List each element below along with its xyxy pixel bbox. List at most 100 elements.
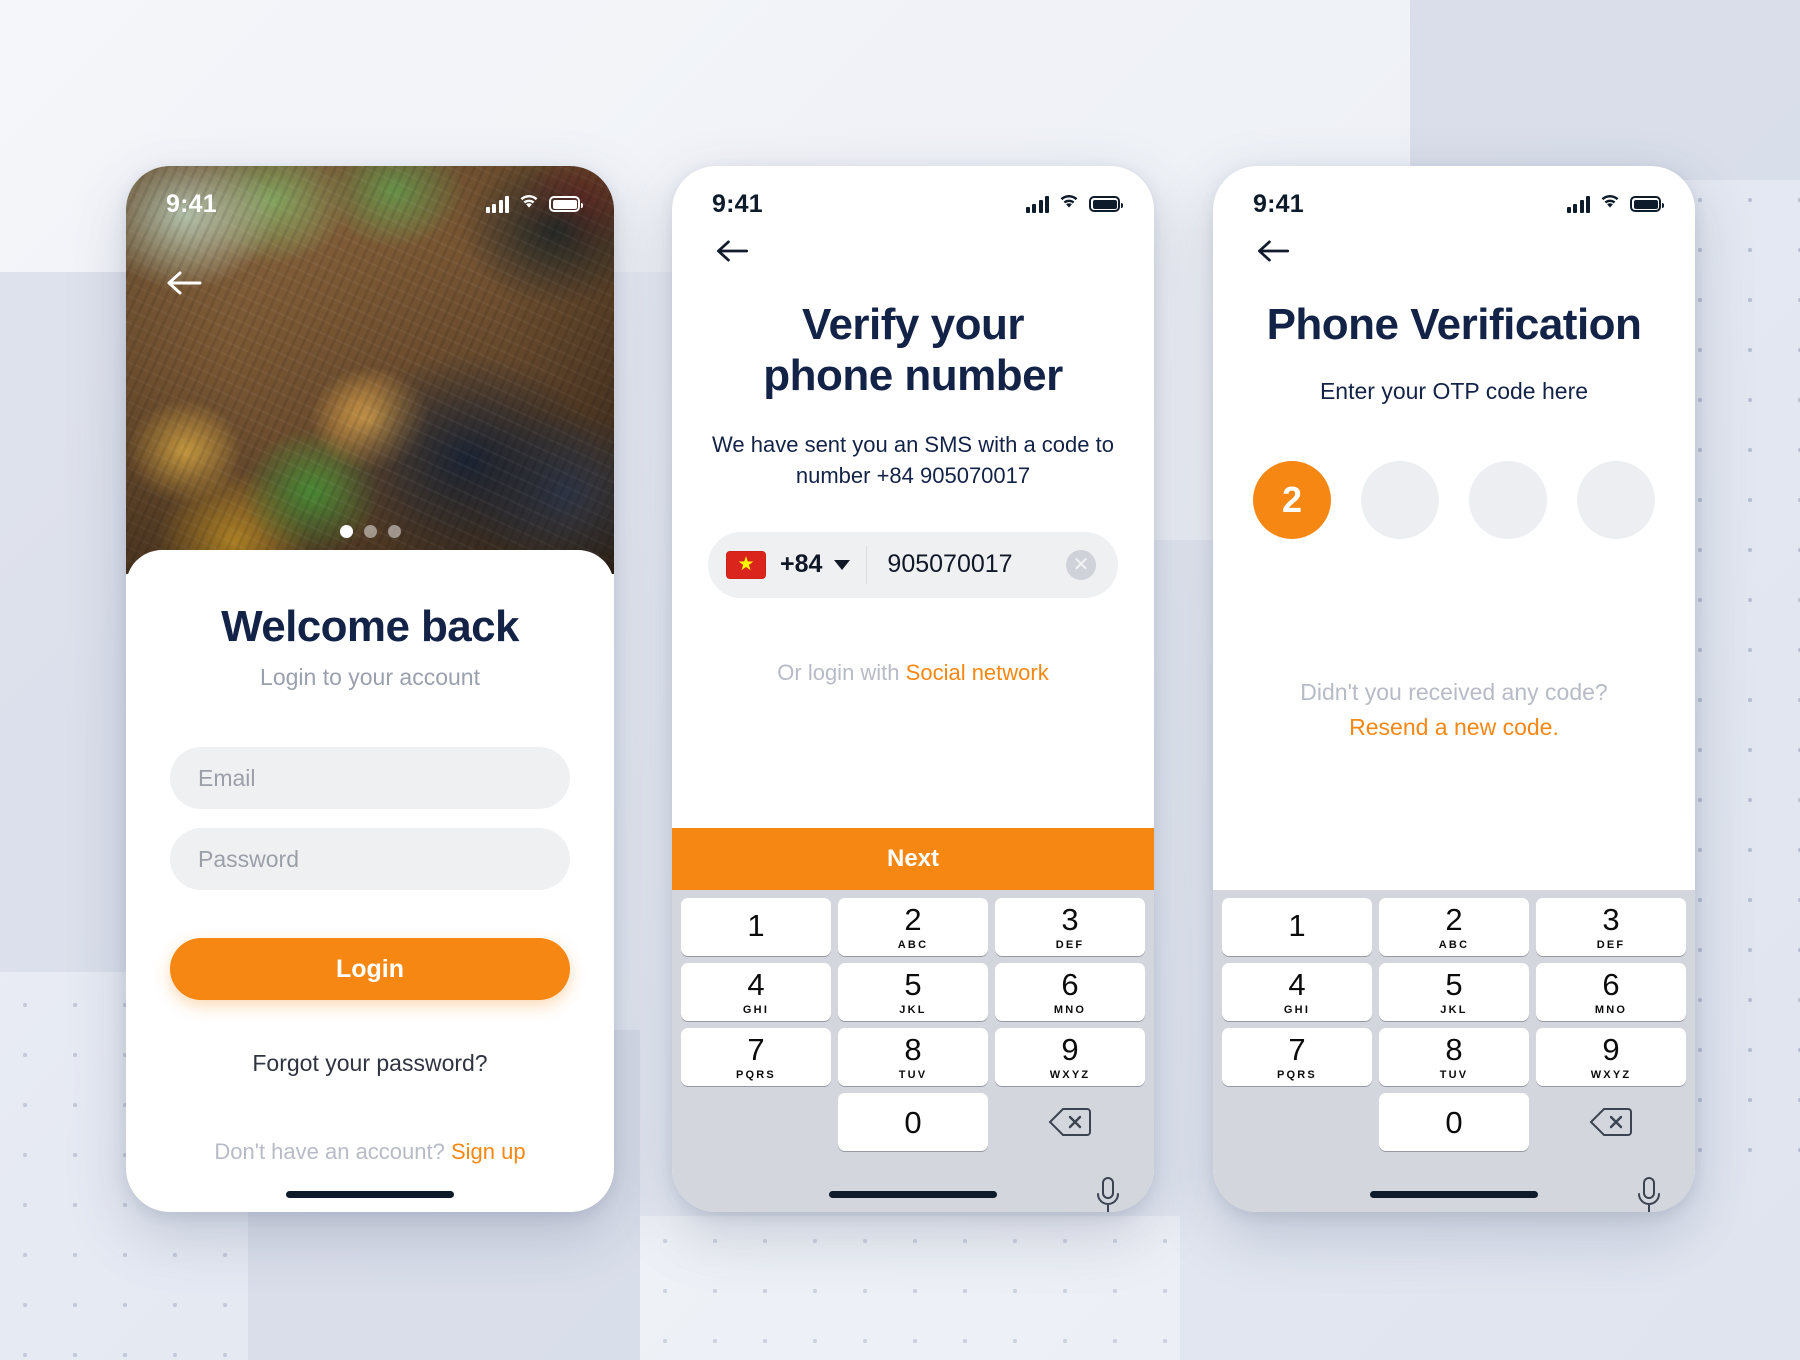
key-3[interactable]: 3 DEF (1536, 898, 1686, 956)
phone-screen-verify: 9:41 Verify your phone number We have se… (672, 166, 1154, 1212)
keyboard-row: 1 2 ABC 3 DEF (1219, 898, 1689, 956)
otp-digit-1[interactable]: 2 (1253, 461, 1331, 539)
status-icons (1566, 193, 1664, 215)
resend-code-link[interactable]: Resend a new code. (1249, 714, 1659, 741)
key-5[interactable]: 5 JKL (838, 963, 988, 1021)
microphone-icon[interactable] (1635, 1176, 1663, 1212)
key-1[interactable]: 1 (681, 898, 831, 956)
key-digit: 1 (747, 907, 765, 943)
key-digit: 9 (1602, 1031, 1620, 1067)
signup-prefix: Don't have an account? (214, 1139, 451, 1164)
key-9[interactable]: 9 WXYZ (995, 1028, 1145, 1086)
signup-link[interactable]: Sign up (451, 1139, 526, 1164)
phone-number-input[interactable]: 905070017 (887, 550, 1066, 579)
key-5[interactable]: 5 JKL (1379, 963, 1529, 1021)
key-letters: GHI (1283, 1003, 1311, 1016)
key-digit: 0 (904, 1104, 922, 1140)
key-4[interactable]: 4 GHI (1222, 963, 1372, 1021)
cellular-signal-icon (485, 195, 509, 213)
microphone-icon[interactable] (1094, 1176, 1122, 1212)
back-arrow-icon[interactable] (1249, 228, 1295, 262)
key-0[interactable]: 0 (1379, 1093, 1529, 1151)
home-indicator (1370, 1191, 1538, 1198)
cellular-signal-icon (1025, 195, 1049, 213)
key-digit: 4 (747, 966, 765, 1002)
key-letters: JKL (899, 1003, 927, 1016)
key-7[interactable]: 7 PQRS (681, 1028, 831, 1086)
battery-icon (1630, 196, 1664, 212)
forgot-password-link[interactable]: Forgot your password? (170, 1050, 570, 1077)
key-8[interactable]: 8 TUV (1379, 1028, 1529, 1086)
resend-block: Didn't you received any code? Resend a n… (1249, 679, 1659, 741)
login-button[interactable]: Login (170, 938, 570, 1000)
backspace-icon[interactable] (995, 1093, 1145, 1151)
battery-icon (549, 196, 583, 212)
back-arrow-icon[interactable] (708, 228, 754, 262)
status-bar: 9:41 (126, 166, 614, 228)
dial-code-label: +84 (780, 550, 823, 579)
key-3[interactable]: 3 DEF (995, 898, 1145, 956)
otp-body: Phone Verification Enter your OTP code h… (1213, 228, 1695, 741)
key-letters: ABC (897, 938, 929, 951)
key-1[interactable]: 1 (1222, 898, 1372, 956)
signup-row: Don't have an account? Sign up (170, 1139, 570, 1165)
key-6[interactable]: 6 MNO (995, 963, 1145, 1021)
social-network-link[interactable]: Social network (906, 660, 1049, 685)
key-7[interactable]: 7 PQRS (1222, 1028, 1372, 1086)
page-description: We have sent you an SMS with a code to n… (708, 429, 1118, 491)
key-6[interactable]: 6 MNO (1536, 963, 1686, 1021)
pager-dot[interactable] (387, 525, 401, 538)
key-letters: TUV (1439, 1068, 1469, 1081)
status-icons (485, 193, 583, 215)
key-2[interactable]: 2 ABC (838, 898, 988, 956)
page-subtitle: Login to your account (260, 664, 480, 690)
hero-food-photo: 9:41 (126, 166, 614, 574)
next-button[interactable]: Next (672, 828, 1154, 890)
key-digit: 2 (904, 901, 922, 937)
password-field[interactable]: Password (170, 828, 570, 890)
page-title: Phone Verification (1266, 300, 1642, 349)
backspace-icon[interactable] (1536, 1093, 1686, 1151)
status-icons (1025, 193, 1123, 215)
key-digit: 2 (1445, 901, 1463, 937)
status-time: 9:41 (712, 189, 763, 218)
otp-digit-4[interactable] (1577, 461, 1655, 539)
keyboard-row: 4 GHI 5 JKL 6 MNO (1219, 963, 1689, 1021)
phone-input-row[interactable]: ★ +84 905070017 ✕ (708, 531, 1118, 598)
keyboard-row: 7 PQRS 8 TUV 9 WXYZ (1219, 1028, 1689, 1086)
wifi-icon (518, 193, 540, 215)
clear-circle-icon[interactable]: ✕ (1066, 549, 1096, 580)
key-digit: 3 (1061, 901, 1079, 937)
status-bar: 9:41 (1213, 166, 1695, 228)
pager-dot[interactable] (363, 525, 377, 538)
social-login-prefix: Or login with (777, 659, 906, 685)
key-9[interactable]: 9 WXYZ (1536, 1028, 1686, 1086)
otp-input-group: 2 (1249, 461, 1659, 539)
page-title-line2: phone number (763, 350, 1063, 400)
key-0[interactable]: 0 (838, 1093, 988, 1151)
email-field[interactable]: Email (170, 747, 570, 809)
resend-question: Didn't you received any code? (1300, 679, 1608, 705)
keyboard-row: 7 PQRS 8 TUV 9 WXYZ (678, 1028, 1148, 1086)
key-4[interactable]: 4 GHI (681, 963, 831, 1021)
key-digit: 4 (1288, 966, 1306, 1002)
keyboard-row: 4 GHI 5 JKL 6 MNO (678, 963, 1148, 1021)
home-indicator (286, 1191, 454, 1198)
key-letters: WXYZ (1590, 1068, 1632, 1081)
wifi-icon (1599, 193, 1621, 215)
key-2[interactable]: 2 ABC (1379, 898, 1529, 956)
status-time: 9:41 (1253, 189, 1304, 218)
key-digit: 0 (1445, 1104, 1463, 1140)
carousel-pager[interactable] (126, 525, 614, 538)
key-letters: ABC (1438, 938, 1470, 951)
pager-dot[interactable] (339, 525, 353, 538)
otp-digit-3[interactable] (1469, 461, 1547, 539)
key-letters: MNO (1594, 1003, 1628, 1016)
key-8[interactable]: 8 TUV (838, 1028, 988, 1086)
key-letters: GHI (742, 1003, 770, 1016)
chevron-down-icon[interactable] (834, 559, 851, 570)
otp-digit-2[interactable] (1361, 461, 1439, 539)
back-arrow-icon[interactable] (162, 266, 208, 300)
numeric-keyboard: 1 2 ABC 3 DEF 4 GHI 5 JKL 6 MNO 7 PQRS 8 TUV 9W… (672, 890, 1154, 1212)
phone-screen-login: 9:41 Welcome back Login to your account … (126, 166, 614, 1212)
